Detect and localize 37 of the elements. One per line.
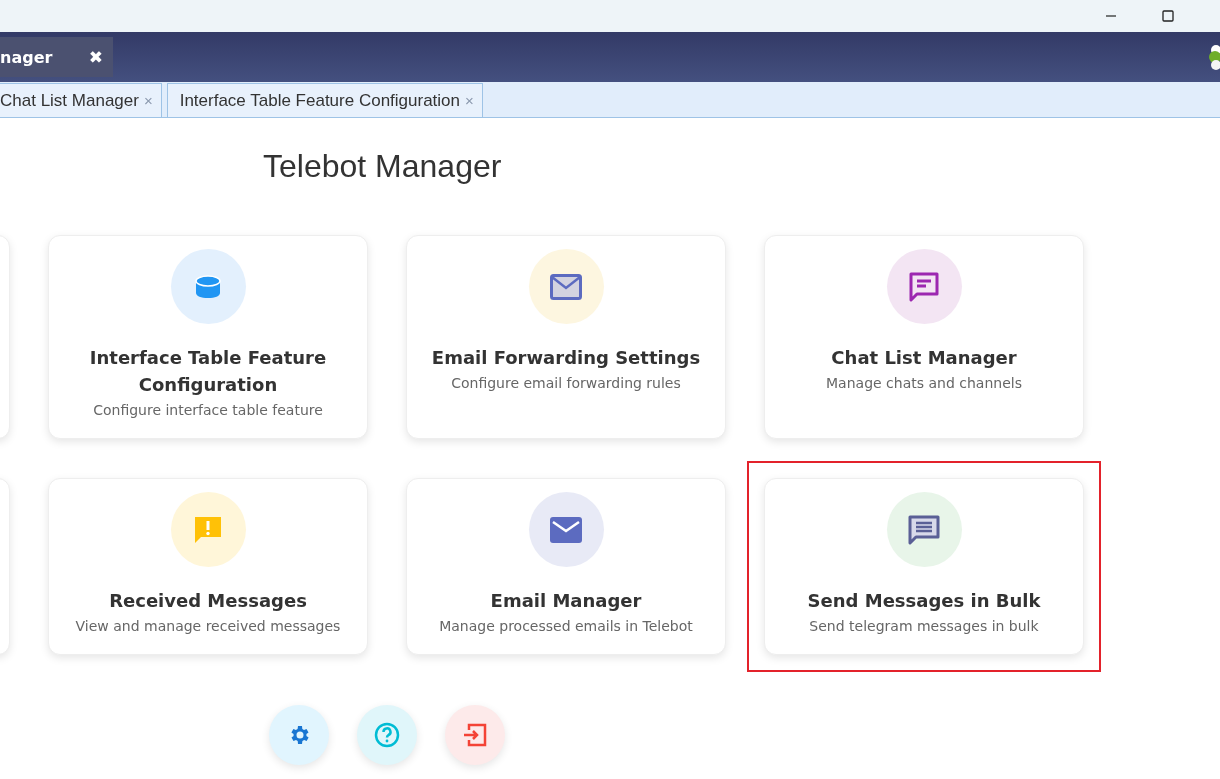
card-title: Email Manager [490, 589, 642, 613]
card-description: Configure interface table feature [93, 402, 323, 418]
header-tab[interactable]: nager ✖ [0, 37, 113, 77]
card-description: Manage chats and channels [826, 375, 1022, 391]
feature-card[interactable]: Interface Table Feature Configuration Configure interface table feature [48, 235, 368, 439]
alert-message-icon [193, 514, 223, 545]
cylinder-icon [195, 274, 221, 299]
feature-card[interactable]: Email Manager Manage processed emails in Telebot [406, 478, 726, 655]
card-description: Send telegram messages in bulk [809, 618, 1039, 634]
tab[interactable]: Interface Table Feature Configuration × [166, 83, 483, 117]
feature-card[interactable]: Send Messages in Bulk Send telegram messages in bulk [764, 478, 1084, 655]
maximize-icon[interactable] [1162, 10, 1174, 22]
feature-card[interactable]: Chat List Manager Manage chats and channels [764, 235, 1084, 439]
close-icon[interactable]: ✖ [88, 47, 103, 67]
card-title: Chat List Manager [831, 346, 1017, 370]
header-tab-label: nager [0, 47, 53, 67]
envelope-icon [550, 516, 582, 543]
logout-icon [463, 723, 487, 747]
help-button[interactable] [357, 705, 417, 765]
message-icon [908, 514, 940, 545]
card-title: Received Messages [109, 589, 307, 613]
envelope-icon [550, 273, 582, 300]
card-description: View and manage received messages [75, 618, 341, 634]
card-description: Manage processed emails in Telebot [439, 618, 693, 634]
logout-button[interactable] [445, 705, 505, 765]
chat-icon [908, 270, 940, 303]
page-title: Telebot Manager [263, 148, 503, 185]
help-icon [374, 722, 400, 748]
card-title: Interface Table Feature Configuration [88, 346, 328, 397]
card-title: Send Messages in Bulk [807, 589, 1041, 613]
settings-button[interactable] [269, 705, 329, 765]
card-title: Email Forwarding Settings [431, 346, 701, 370]
card-description: Configure email forwarding rules [451, 375, 681, 391]
tab[interactable]: Chat List Manager × [0, 83, 162, 117]
feature-card[interactable]: Email Forwarding Settings Configure email forwarding rules [406, 235, 726, 439]
feature-card[interactable]: Received Messages View and manage received messages [48, 478, 368, 655]
app-logo-icon [1206, 42, 1220, 72]
